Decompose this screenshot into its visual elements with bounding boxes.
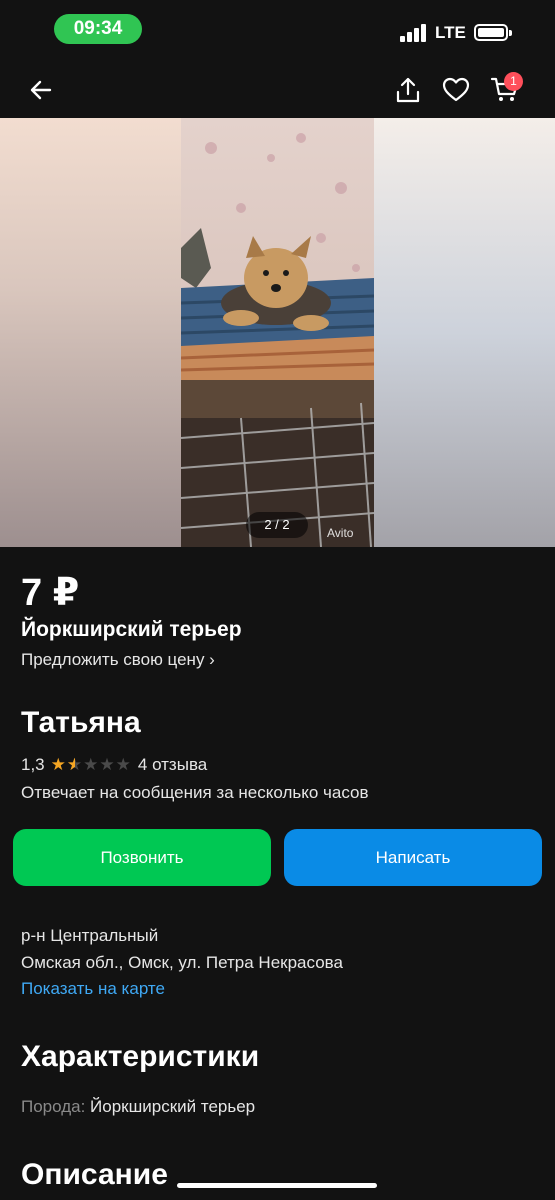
signal-icon xyxy=(400,24,428,42)
network-type: LTE xyxy=(435,23,466,42)
dog-photo-image xyxy=(181,133,374,547)
description-heading: Описание xyxy=(21,1158,168,1191)
gallery-blur-left xyxy=(0,118,181,547)
write-button[interactable]: Написать xyxy=(284,829,542,886)
status-bar: 09:34 LTE xyxy=(0,0,555,62)
star-half-icon: ★ xyxy=(67,755,82,775)
characteristics-heading: Характеристики xyxy=(21,1040,260,1073)
star-icon: ★ xyxy=(50,755,66,774)
characteristic-value: Йоркширский терьер xyxy=(90,1097,256,1116)
toolbar xyxy=(0,62,555,118)
call-button[interactable]: Позвонить xyxy=(13,829,271,886)
avito-watermark: Avito xyxy=(327,526,354,540)
location-address: Омская обл., Омск, ул. Петра Некрасова xyxy=(21,953,343,972)
gallery-blur-right xyxy=(374,118,555,547)
characteristic-key: Порода: xyxy=(21,1097,86,1116)
listing-price: 7 ₽ xyxy=(21,572,80,614)
back-arrow-icon xyxy=(30,80,52,100)
share-icon xyxy=(396,77,420,103)
seller-name[interactable]: Татьяна xyxy=(21,706,141,740)
heart-icon xyxy=(442,77,470,102)
star-empty-icon: ★ xyxy=(99,755,115,774)
back-button[interactable] xyxy=(21,70,61,110)
location-district: р-н Центральный xyxy=(21,926,159,945)
reviews-count: 4 отзыва xyxy=(137,755,208,774)
gallery-page-counter: 2 / 2 xyxy=(246,512,308,538)
listing-photo[interactable] xyxy=(181,118,374,547)
offer-price-link[interactable]: Предложить свою цену › xyxy=(21,650,215,670)
battery-icon xyxy=(474,24,512,41)
characteristic-row: Порода: Йоркширский терьер xyxy=(21,1097,255,1117)
listing-title: Йоркширский терьер xyxy=(21,618,242,641)
cart-badge: 1 xyxy=(504,72,523,91)
home-indicator[interactable] xyxy=(177,1183,377,1188)
star-empty-icon: ★ xyxy=(83,755,99,774)
share-button[interactable] xyxy=(388,70,428,110)
favorite-button[interactable] xyxy=(436,70,476,110)
star-empty-icon: ★ xyxy=(115,755,131,774)
seller-rating[interactable]: 1,3 ★ ★ ★ ★ ★ 4 отзыва xyxy=(21,753,207,777)
response-time: Отвечает на сообщения за несколько часов xyxy=(21,783,369,802)
rating-value: 1,3 xyxy=(21,755,45,774)
rating-stars: ★ ★ ★ ★ ★ xyxy=(51,755,132,775)
show-on-map-link[interactable]: Показать на карте xyxy=(21,979,165,999)
status-time: 09:34 xyxy=(54,14,142,44)
photo-gallery[interactable] xyxy=(0,118,555,547)
